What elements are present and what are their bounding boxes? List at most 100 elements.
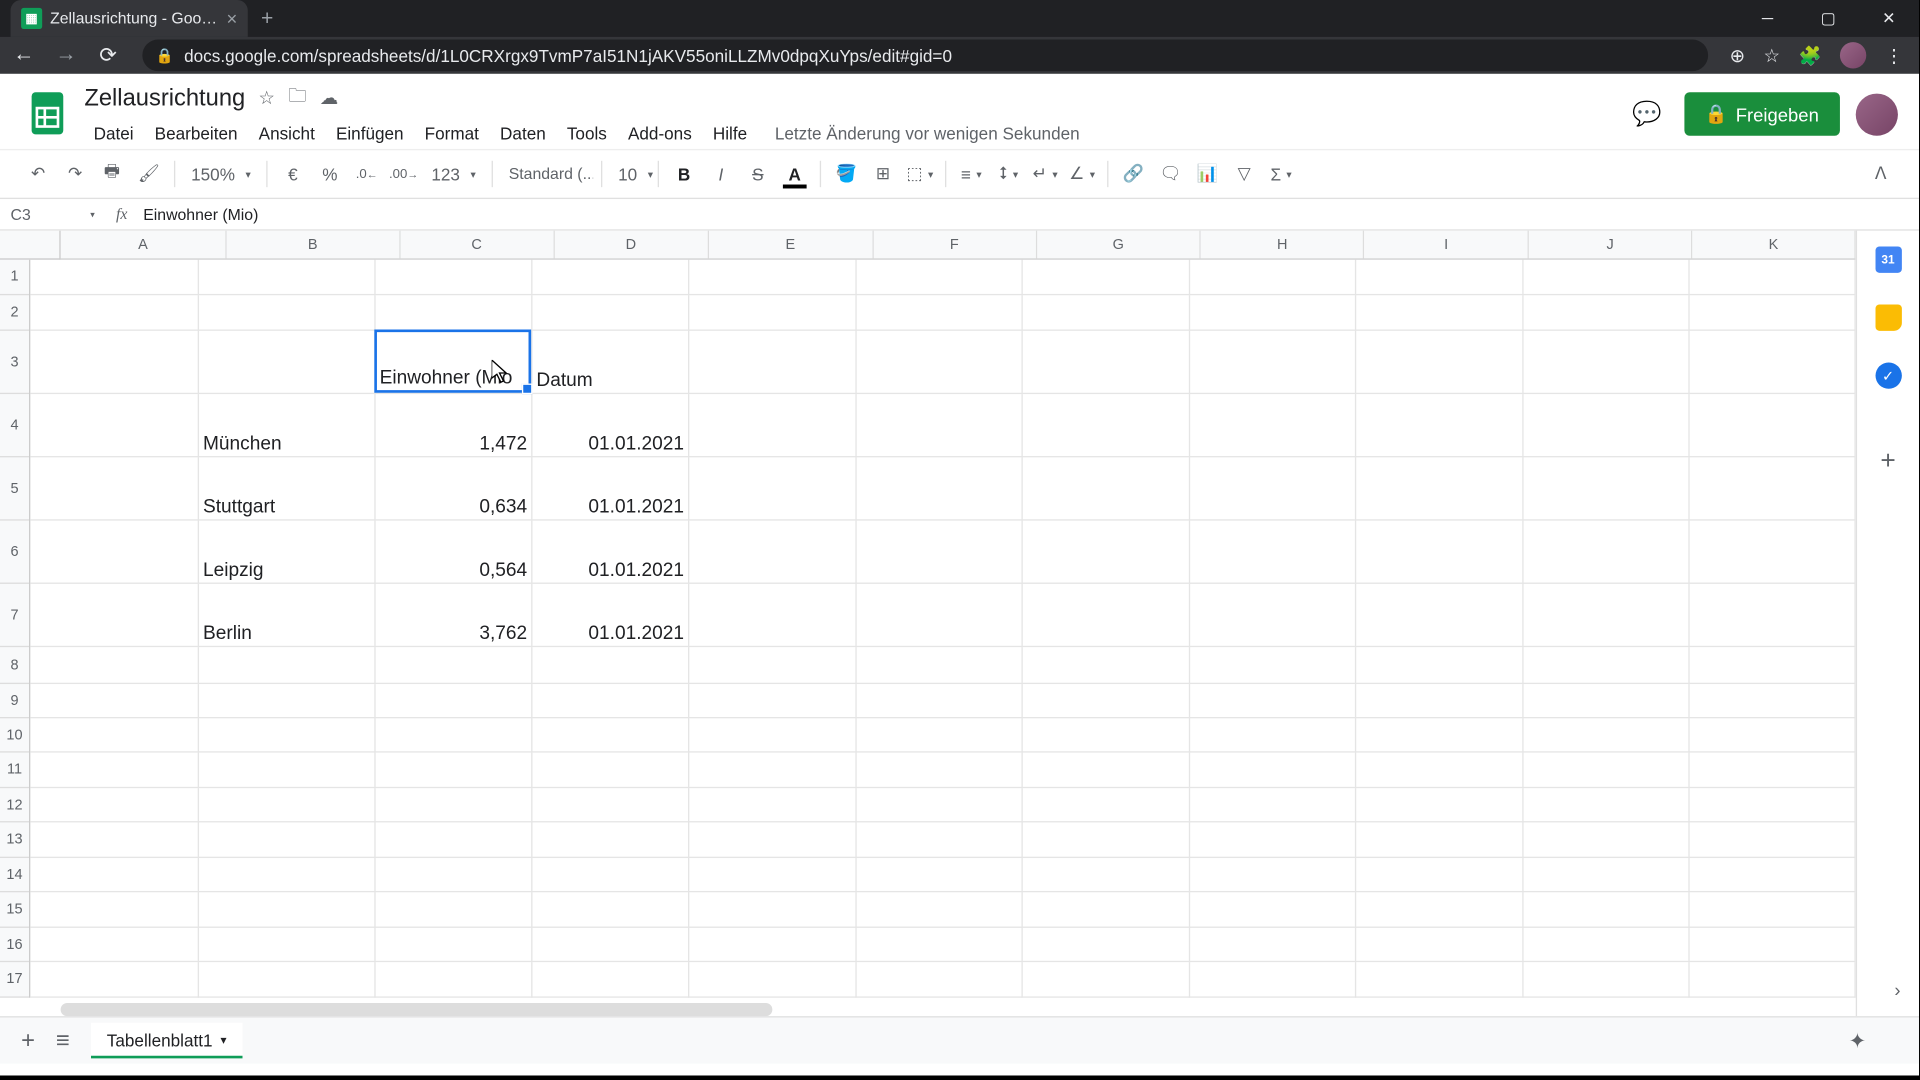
cell[interactable]: Datum [532, 331, 689, 394]
cell[interactable] [532, 822, 689, 858]
extensions-icon[interactable]: 🧩 [1798, 44, 1821, 66]
cell[interactable] [1690, 394, 1856, 457]
column-header[interactable]: C [400, 231, 554, 259]
cell[interactable] [857, 718, 1023, 752]
sheet-tab-menu-icon[interactable]: ▾ [220, 1033, 226, 1047]
menu-view[interactable]: Ansicht [249, 119, 324, 149]
cell[interactable] [199, 822, 376, 858]
cell[interactable] [857, 892, 1023, 928]
cell[interactable] [1524, 260, 1690, 296]
cell[interactable] [1023, 718, 1190, 752]
cell[interactable] [1524, 684, 1690, 718]
cell[interactable] [376, 928, 533, 962]
fill-color-button[interactable]: 🪣 [829, 157, 863, 191]
cell[interactable] [1023, 858, 1190, 892]
cell[interactable] [1190, 822, 1356, 858]
cell[interactable] [30, 394, 199, 457]
cell[interactable] [30, 822, 199, 858]
cell[interactable] [1690, 718, 1856, 752]
cell[interactable] [1023, 647, 1190, 684]
cell[interactable] [857, 962, 1023, 998]
row-header[interactable]: 11 [0, 753, 29, 789]
cell[interactable] [1524, 788, 1690, 822]
cell[interactable] [689, 822, 856, 858]
cell[interactable] [376, 295, 533, 331]
cell[interactable] [532, 260, 689, 296]
cell[interactable] [30, 647, 199, 684]
column-header[interactable]: G [1037, 231, 1202, 259]
cell[interactable] [1190, 718, 1356, 752]
cell[interactable] [376, 962, 533, 998]
column-header[interactable]: F [873, 231, 1036, 259]
cell[interactable] [689, 962, 856, 998]
cell[interactable] [689, 928, 856, 962]
insert-chart-button[interactable]: 📊 [1190, 157, 1224, 191]
collapse-toolbar-button[interactable]: ᐱ [1864, 157, 1898, 191]
merge-cells-button[interactable]: ⬚ [903, 157, 937, 191]
cell[interactable]: Leipzig [199, 521, 376, 584]
sheet-tab[interactable]: Tabellenblatt1 ▾ [91, 1023, 242, 1059]
cell[interactable] [1023, 962, 1190, 998]
cell[interactable] [1524, 858, 1690, 892]
strikethrough-button[interactable]: S [741, 157, 775, 191]
cell[interactable] [1524, 892, 1690, 928]
cell[interactable] [1023, 753, 1190, 789]
row-header[interactable]: 15 [0, 892, 29, 928]
menu-format[interactable]: Format [415, 119, 488, 149]
cell[interactable] [857, 331, 1023, 394]
last-edit-text[interactable]: Letzte Änderung vor wenigen Sekunden [775, 119, 1080, 149]
vertical-align-button[interactable]: ⭥ [991, 157, 1025, 191]
insert-comment-button[interactable]: 🗨 [1153, 157, 1187, 191]
cell[interactable] [532, 295, 689, 331]
cell[interactable] [532, 928, 689, 962]
cell[interactable] [857, 858, 1023, 892]
cell[interactable] [1023, 822, 1190, 858]
cell[interactable] [1690, 295, 1856, 331]
cell[interactable] [199, 892, 376, 928]
cell[interactable] [1190, 295, 1356, 331]
forward-button[interactable]: → [53, 43, 79, 67]
text-rotation-button[interactable]: ∠ [1065, 157, 1099, 191]
percent-button[interactable]: % [313, 157, 347, 191]
cell[interactable] [689, 584, 856, 647]
menu-addons[interactable]: Add-ons [619, 119, 701, 149]
horizontal-scrollbar[interactable] [61, 1003, 773, 1016]
cell[interactable] [30, 331, 199, 394]
cell[interactable] [1190, 647, 1356, 684]
cell[interactable] [689, 647, 856, 684]
cell[interactable] [1524, 753, 1690, 789]
cell[interactable] [199, 858, 376, 892]
redo-button[interactable]: ↷ [58, 157, 92, 191]
cell[interactable] [1356, 892, 1523, 928]
decrease-decimal-button[interactable]: .0← [350, 157, 384, 191]
cell[interactable] [1524, 521, 1690, 584]
cell[interactable] [199, 753, 376, 789]
cell[interactable] [1023, 394, 1190, 457]
cell[interactable] [1356, 962, 1523, 998]
cell[interactable] [1190, 858, 1356, 892]
cell[interactable] [1190, 892, 1356, 928]
menu-tools[interactable]: Tools [558, 119, 616, 149]
cell[interactable] [689, 521, 856, 584]
cell[interactable] [1023, 684, 1190, 718]
maximize-button[interactable]: ▢ [1798, 0, 1859, 37]
cell[interactable] [30, 684, 199, 718]
cell[interactable] [689, 457, 856, 520]
insert-link-button[interactable]: 🔗 [1116, 157, 1150, 191]
cell[interactable] [857, 295, 1023, 331]
calendar-icon[interactable] [1875, 246, 1901, 272]
cell[interactable] [1690, 457, 1856, 520]
cell[interactable] [689, 892, 856, 928]
close-window-button[interactable]: ✕ [1858, 0, 1919, 37]
font-size-select[interactable]: 10 [610, 164, 650, 184]
number-format-select[interactable]: 123 [423, 164, 483, 184]
cell[interactable]: München [199, 394, 376, 457]
cell[interactable] [532, 892, 689, 928]
close-tab-icon[interactable]: × [226, 8, 237, 29]
row-header[interactable]: 17 [0, 962, 29, 998]
increase-decimal-button[interactable]: .00→ [387, 157, 421, 191]
cell[interactable] [857, 928, 1023, 962]
all-sheets-button[interactable]: ≡ [56, 1027, 70, 1055]
row-header[interactable]: 7 [0, 584, 29, 647]
cell[interactable] [689, 718, 856, 752]
